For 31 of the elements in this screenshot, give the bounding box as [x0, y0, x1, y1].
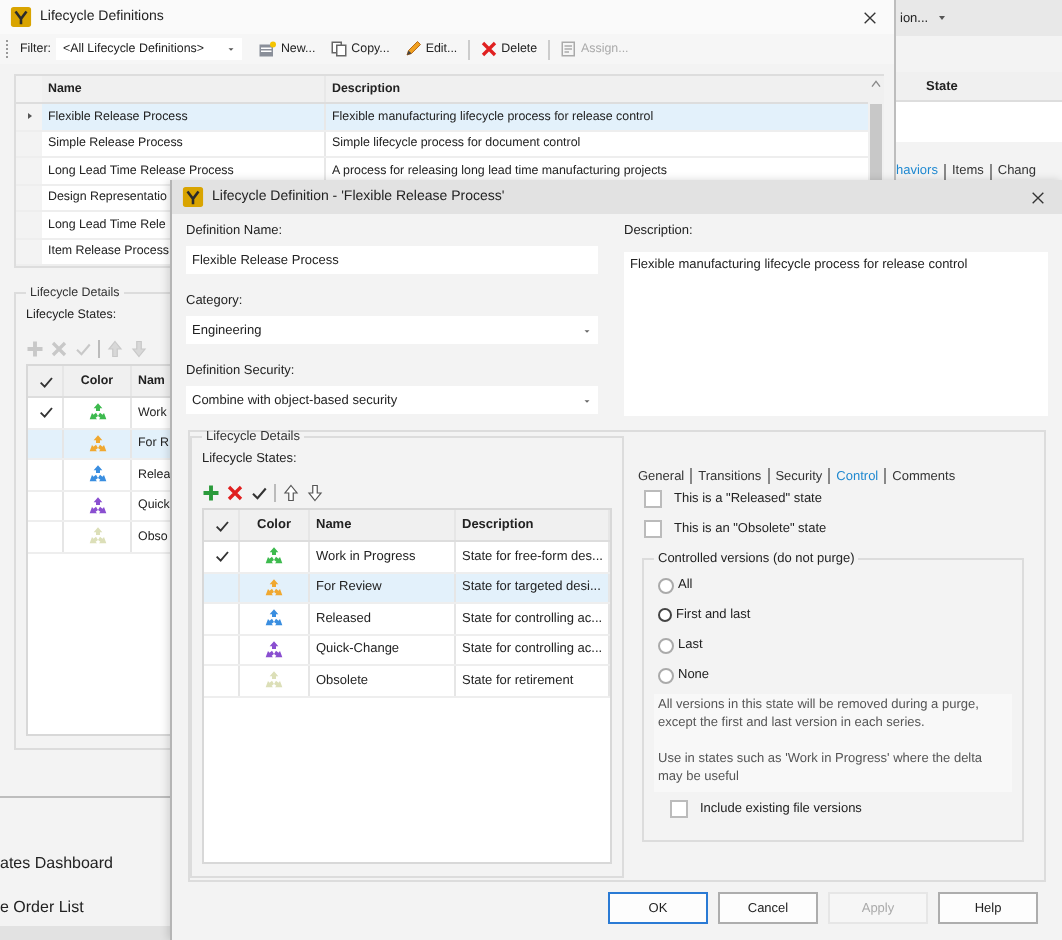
radio-button[interactable] [658, 637, 674, 653]
check-icon[interactable] [250, 483, 268, 501]
app-icon [10, 6, 32, 28]
copy-icon [329, 40, 348, 58]
add-icon[interactable] [202, 483, 220, 501]
delete-icon [479, 40, 498, 58]
assign-icon [559, 40, 578, 58]
delete-icon[interactable] [226, 483, 244, 501]
checkbox[interactable] [644, 520, 662, 538]
up-arrow-icon[interactable] [282, 483, 300, 501]
scroll-up-icon[interactable] [868, 76, 884, 92]
checkbox[interactable] [670, 799, 688, 818]
radio-button[interactable] [658, 667, 674, 683]
app-icon [182, 186, 204, 208]
nav-item[interactable]: ates Dashboard [0, 853, 113, 871]
down-arrow-icon[interactable] [306, 483, 324, 501]
radio-button[interactable] [658, 608, 672, 622]
close-icon[interactable] [862, 9, 878, 25]
radio-button[interactable] [658, 577, 674, 593]
caret-icon [226, 44, 237, 54]
checkbox[interactable] [644, 490, 662, 508]
check-icon [213, 517, 229, 533]
pencil-icon [403, 40, 422, 58]
caret-icon[interactable] [936, 12, 949, 24]
new-document-icon [258, 40, 277, 58]
caret-icon [582, 325, 592, 335]
check-icon [37, 373, 53, 389]
scrollbar-thumb[interactable] [870, 104, 882, 184]
nav-item[interactable]: e Order List [0, 897, 84, 915]
close-icon[interactable] [1030, 189, 1046, 205]
row-pointer-icon [23, 110, 35, 123]
